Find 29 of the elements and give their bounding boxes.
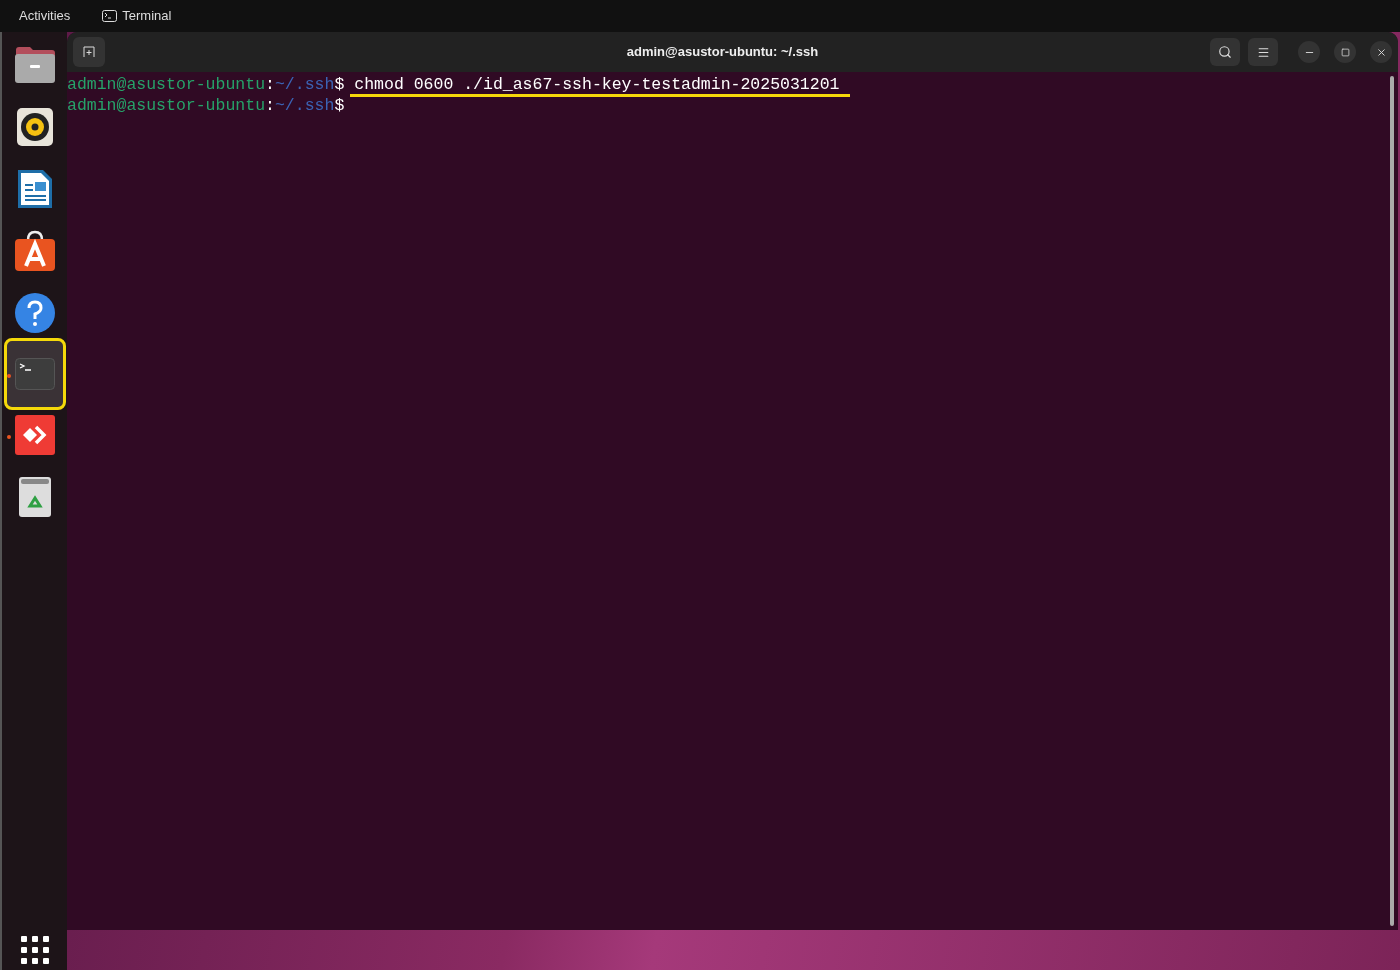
trash-icon [17,476,52,518]
close-icon [1375,46,1387,58]
search-icon [1218,45,1232,59]
maximize-icon [1340,47,1350,57]
app-grid-icon[interactable] [20,936,49,964]
window-title: admin@asustor-ubuntu: ~/.ssh [625,43,820,62]
terminal-icon [102,10,118,22]
activities-button[interactable]: Activities [19,6,71,26]
speaker-icon [15,107,54,147]
running-indicator [6,374,11,378]
running-indicator [6,435,11,439]
prompt: admin@asustor-ubuntu:~/.ssh$ [67,95,345,116]
question-mark-icon [13,292,56,334]
dock-item[interactable] [3,338,66,410]
terminal-icon [14,358,55,390]
new-tab-button[interactable] [73,37,105,67]
menu-button[interactable] [1248,38,1278,66]
app-menu[interactable]: Terminal [122,6,172,26]
new-tab-icon [83,46,95,58]
document-icon [16,168,53,210]
search-button[interactable] [1210,38,1240,66]
folder-icon [13,46,56,84]
menu-icon [1256,45,1270,59]
prompt: admin@asustor-ubuntu:~/.ssh$ [67,74,345,95]
maximize-button[interactable] [1334,41,1356,63]
remote-desktop-icon [14,415,55,455]
close-button[interactable] [1370,41,1392,63]
command-text: chmod 0600 ./id_as67-ssh-key-testadmin-2025031201 [354,74,840,95]
shopping-bag-icon [13,230,56,272]
